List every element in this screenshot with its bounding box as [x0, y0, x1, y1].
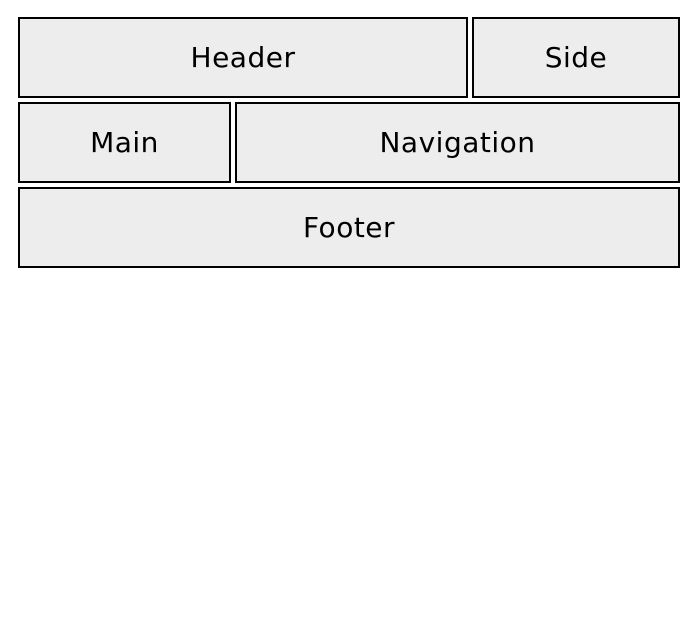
header-label: Header — [190, 41, 296, 74]
layout-grid: Header Side Main Navigation Footer — [18, 17, 680, 268]
side-label: Side — [544, 41, 608, 74]
side-region: Side — [472, 17, 680, 98]
navigation-region: Navigation — [235, 102, 680, 183]
header-region: Header — [18, 17, 468, 98]
footer-region: Footer — [18, 187, 680, 268]
main-region: Main — [18, 102, 231, 183]
main-label: Main — [90, 126, 159, 159]
footer-label: Footer — [302, 211, 396, 244]
navigation-label: Navigation — [379, 126, 536, 159]
